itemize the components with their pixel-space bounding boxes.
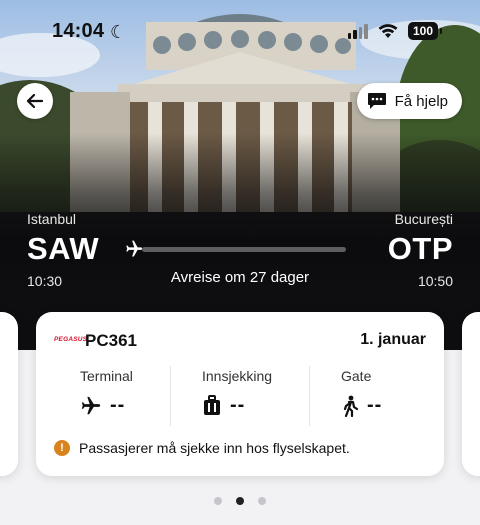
status-right-icons: 100 [347, 22, 443, 40]
warning-icon: ! [54, 440, 70, 456]
terminal-column: Terminal -- [80, 368, 133, 426]
luggage-icon [204, 394, 220, 415]
checkin-notice: ! Passasjerer må sjekke inn hos flyselsk… [54, 440, 350, 456]
status-bar: 14:04 ☾ 100 [0, 18, 480, 48]
gate-column: Gate -- [341, 368, 382, 426]
column-divider [170, 366, 171, 426]
help-button[interactable]: Få hjelp [356, 83, 462, 119]
checkin-notice-text: Passasjerer må sjekke inn hos flyselskap… [79, 440, 350, 456]
flight-progress-track [142, 247, 346, 252]
flight-date: 1. januar [360, 331, 426, 348]
arrow-left-icon [27, 94, 43, 108]
signal-icon [347, 23, 368, 39]
gate-label: Gate [341, 368, 372, 384]
checkin-column: Innsjekking -- [202, 368, 272, 426]
terminal-value: -- [110, 394, 126, 416]
back-button[interactable] [17, 83, 53, 119]
hero-image: 14:04 ☾ 100 Få hjelp Istanbul București … [0, 0, 480, 350]
flight-number: PC361 [85, 331, 137, 350]
moon-icon: ☾ [110, 22, 127, 42]
checkin-value-row: -- [202, 394, 272, 417]
checkin-label: Innsjekking [202, 368, 273, 384]
page-indicator [0, 497, 480, 505]
destination-city: București [394, 211, 453, 227]
terminal-label: Terminal [80, 368, 133, 384]
origin-code: SAW [27, 231, 100, 266]
terminal-value-row: -- [80, 394, 133, 417]
departure-countdown: Avreise om 27 dager [170, 269, 310, 286]
page-dot[interactable] [258, 497, 266, 505]
walking-person-icon [343, 395, 359, 417]
origin-city: Istanbul [27, 211, 77, 227]
previous-flight-card[interactable] [0, 312, 18, 476]
battery-icon: 100 [407, 22, 443, 40]
hero-dark-overlay [0, 0, 480, 350]
page-dot-active[interactable] [236, 497, 244, 505]
wifi-icon [378, 24, 398, 38]
gate-value: -- [367, 394, 383, 416]
flight-card[interactable]: PEGASUS PC361 1. januar Terminal -- Inns… [36, 312, 444, 476]
column-divider [309, 366, 310, 426]
airplane-icon [126, 240, 143, 257]
checkin-value: -- [230, 394, 246, 416]
status-time: 14:04 [52, 20, 105, 42]
gate-value-row: -- [341, 394, 382, 417]
page-dot[interactable] [214, 497, 222, 505]
next-flight-card[interactable] [462, 312, 480, 476]
chat-icon [367, 93, 386, 109]
airline-logo: PEGASUS [54, 336, 88, 343]
help-button-label: Få hjelp [394, 92, 448, 110]
destination-code: OTP [387, 231, 453, 266]
airplane-icon [81, 396, 101, 414]
